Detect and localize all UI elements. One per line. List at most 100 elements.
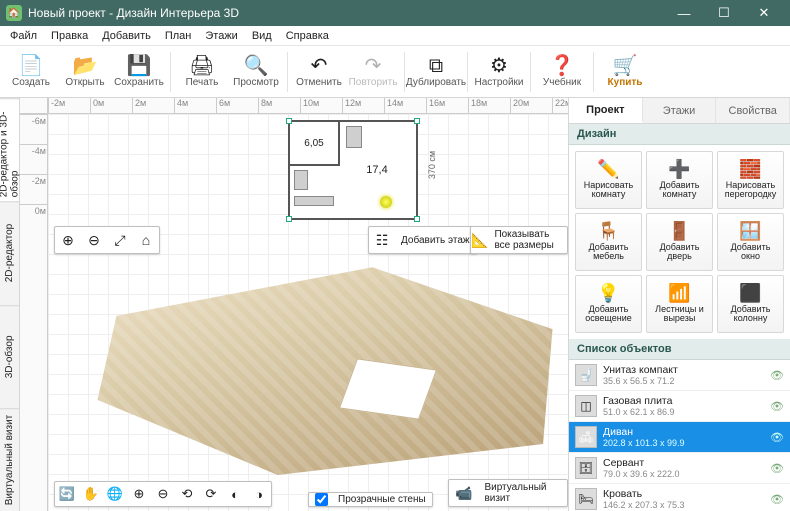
- undo-button[interactable]: ↶Отменить: [292, 48, 346, 96]
- right-tabs: ПроектЭтажиСвойства: [569, 98, 790, 124]
- maximize-button[interactable]: ☐: [704, 0, 744, 26]
- objects-header: Список объектов: [569, 339, 790, 360]
- walls-off-button[interactable]: ◑: [247, 482, 271, 506]
- menu-справка[interactable]: Справка: [280, 28, 335, 44]
- transparent-walls-checkbox[interactable]: [315, 493, 328, 506]
- close-button[interactable]: ✕: [744, 0, 784, 26]
- menu-вид[interactable]: Вид: [246, 28, 278, 44]
- tool-card-0[interactable]: ✏️Нарисовать комнату: [575, 151, 642, 209]
- tilt-down-button[interactable]: ⟳: [199, 482, 223, 506]
- furn-item[interactable]: [346, 126, 362, 148]
- fit-button[interactable]: ⤢: [107, 227, 133, 253]
- orbit-button[interactable]: 🌐: [103, 482, 127, 506]
- menu-этажи[interactable]: Этажи: [199, 28, 243, 44]
- main-toolbar: 📄Создать📂Открыть💾Сохранить🖨Печать🔍Просмо…: [0, 46, 790, 98]
- left-tab-3[interactable]: Виртуальный визит: [0, 408, 19, 511]
- ruler-icon: 📐: [471, 227, 488, 253]
- room-hall[interactable]: [290, 166, 340, 220]
- menu-план[interactable]: План: [159, 28, 198, 44]
- create-button[interactable]: 📄Создать: [4, 48, 58, 96]
- object-list: 🚽 Унитаз компакт35.6 x 56.5 x 71.2 👁◫ Га…: [569, 360, 790, 511]
- furn-item[interactable]: [294, 196, 334, 206]
- tool-card-6[interactable]: 💡Добавить освещение: [575, 275, 642, 333]
- object-row-0[interactable]: 🚽 Унитаз компакт35.6 x 56.5 x 71.2 👁: [569, 360, 790, 391]
- hruler-tick: 4м: [174, 98, 188, 114]
- right-tab-Этажи[interactable]: Этажи: [643, 98, 717, 123]
- menu-файл[interactable]: Файл: [4, 28, 43, 44]
- zoom-out-button[interactable]: ⊖: [81, 227, 107, 253]
- zoomin3d-button[interactable]: ⊕: [127, 482, 151, 506]
- hruler-tick: 8м: [258, 98, 272, 114]
- menu-добавить[interactable]: Добавить: [96, 28, 157, 44]
- tool-icon: 🪟: [739, 222, 761, 241]
- visibility-icon[interactable]: 👁: [770, 493, 784, 506]
- object-row-2[interactable]: 🛋 Диван202.8 x 101.3 x 99.9 👁: [569, 422, 790, 453]
- right-panel: ПроектЭтажиСвойства Дизайн ✏️Нарисовать …: [568, 98, 790, 511]
- preview-button[interactable]: 🔍Просмотр: [229, 48, 283, 96]
- undo-icon: ↶: [311, 56, 328, 76]
- layers-icon: ☷: [369, 227, 395, 253]
- visibility-icon[interactable]: 👁: [770, 462, 784, 475]
- visibility-icon[interactable]: 👁: [770, 431, 784, 444]
- home-button[interactable]: ⌂: [133, 227, 159, 253]
- settings-button[interactable]: ⚙Настройки: [472, 48, 526, 96]
- object-row-4[interactable]: 🛏 Кровать146.2 x 207.3 x 75.3 👁: [569, 484, 790, 511]
- minimize-button[interactable]: —: [664, 0, 704, 26]
- tool-card-2[interactable]: 🧱Нарисовать перегородку: [717, 151, 784, 209]
- camera-marker[interactable]: [380, 196, 392, 208]
- left-tab-1[interactable]: 2D-редактор: [0, 201, 19, 304]
- hruler-tick: 2м: [132, 98, 146, 114]
- preview-icon: 🔍: [244, 56, 269, 76]
- dimension-label: 370 см: [427, 151, 437, 179]
- add-floor-button[interactable]: ☷ Добавить этаж: [368, 226, 477, 254]
- left-tab-2[interactable]: 3D-обзор: [0, 305, 19, 408]
- transparent-walls-toggle[interactable]: Прозрачные стены: [308, 492, 433, 507]
- menu-правка[interactable]: Правка: [45, 28, 94, 44]
- view-3d[interactable]: [88, 254, 562, 475]
- tool-card-7[interactable]: 📶Лестницы и вырезы: [646, 275, 713, 333]
- open-button[interactable]: 📂Открыть: [58, 48, 112, 96]
- duplicate-icon: ⧉: [429, 56, 443, 76]
- workarea: -6м-4м-2м0м 6,05 17,4 370 см: [20, 114, 568, 511]
- stage[interactable]: 6,05 17,4 370 см ⊕: [48, 114, 568, 511]
- window-title: Новый проект - Дизайн Интерьера 3D: [28, 6, 664, 20]
- tool-card-5[interactable]: 🪟Добавить окно: [717, 213, 784, 271]
- walls-on-button[interactable]: ◐: [223, 482, 247, 506]
- rotate360-button[interactable]: 🔄: [55, 482, 79, 506]
- buy-icon: 🛒: [613, 56, 638, 76]
- virtual-visit-button[interactable]: 📹 Виртуальный визит: [448, 479, 568, 507]
- object-thumb: 🛏: [575, 488, 597, 510]
- textbook-button[interactable]: ❓Учебник: [535, 48, 589, 96]
- tool-card-4[interactable]: 🚪Добавить дверь: [646, 213, 713, 271]
- right-tab-Свойства[interactable]: Свойства: [716, 98, 790, 123]
- print-icon: 🖨: [189, 56, 214, 76]
- floorplan-2d[interactable]: 6,05 17,4 370 см: [288, 120, 418, 220]
- zoom-in-button[interactable]: ⊕: [55, 227, 81, 253]
- vruler-tick: -4м: [20, 144, 48, 157]
- save-button[interactable]: 💾Сохранить: [112, 48, 166, 96]
- hruler-tick: -2м: [48, 98, 65, 114]
- visibility-icon[interactable]: 👁: [770, 400, 784, 413]
- object-row-1[interactable]: ◫ Газовая плита51.0 x 62.1 x 86.9 👁: [569, 391, 790, 422]
- pan-button[interactable]: ✋: [79, 482, 103, 506]
- left-tabs: 2D-редактор и 3D-обзор2D-редактор3D-обзо…: [0, 98, 20, 511]
- duplicate-button[interactable]: ⧉Дублировать: [409, 48, 463, 96]
- hruler-tick: 6м: [216, 98, 230, 114]
- tool-icon: 🚪: [668, 222, 690, 241]
- tilt-up-button[interactable]: ⟲: [175, 482, 199, 506]
- design-header: Дизайн: [569, 124, 790, 145]
- tool-card-1[interactable]: ➕Добавить комнату: [646, 151, 713, 209]
- visibility-icon[interactable]: 👁: [770, 369, 784, 382]
- print-button[interactable]: 🖨Печать: [175, 48, 229, 96]
- object-row-3[interactable]: 🗄 Сервант79.0 x 39.6 x 222.0 👁: [569, 453, 790, 484]
- zoomout3d-button[interactable]: ⊖: [151, 482, 175, 506]
- furn-item[interactable]: [294, 170, 308, 190]
- left-tab-0[interactable]: 2D-редактор и 3D-обзор: [0, 98, 19, 201]
- tool-card-8[interactable]: ⬛Добавить колонну: [717, 275, 784, 333]
- titlebar: 🏠 Новый проект - Дизайн Интерьера 3D — ☐…: [0, 0, 790, 26]
- show-dimensions-toggle[interactable]: 📐 Показывать все размеры: [470, 226, 568, 254]
- room-small[interactable]: 6,05: [290, 122, 340, 166]
- buy-button[interactable]: 🛒Купить: [598, 48, 652, 96]
- tool-card-3[interactable]: 🪑Добавить мебель: [575, 213, 642, 271]
- right-tab-Проект[interactable]: Проект: [569, 98, 643, 123]
